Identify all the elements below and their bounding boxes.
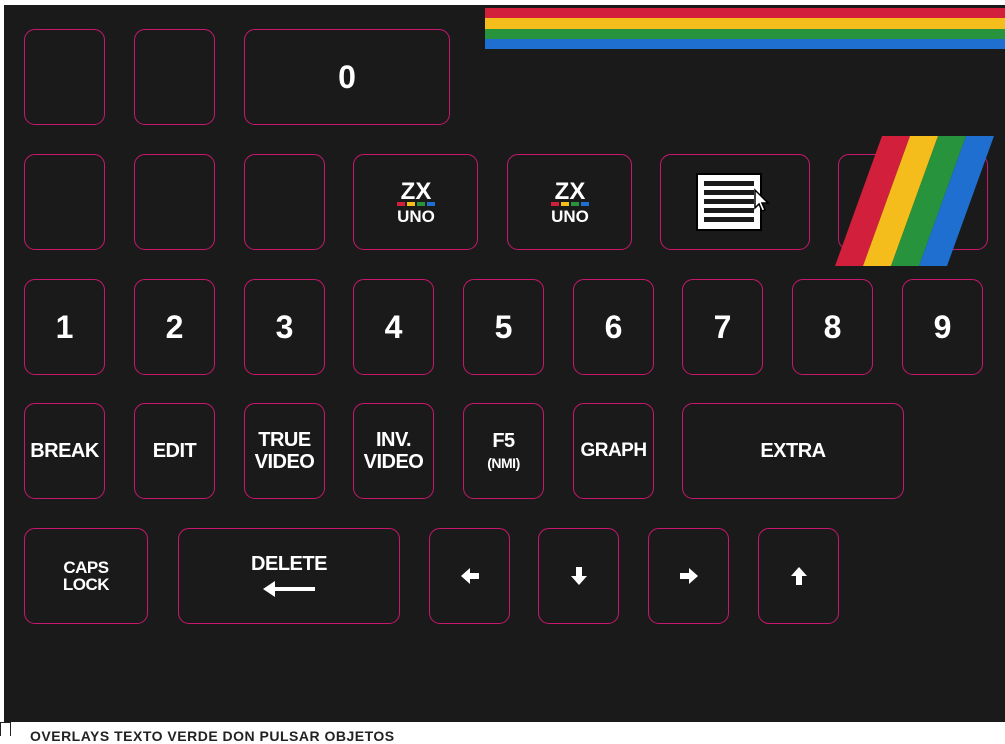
blank-key-r1-3[interactable] [244,154,325,250]
svg-text:UNO: UNO [397,207,435,226]
inv-video-label-1: INV. [375,429,412,451]
blank-key-r0-1[interactable] [24,29,105,125]
arrow-up-icon [790,567,807,585]
cursor-right-key[interactable] [648,528,729,624]
key-9-label: 9 [933,308,952,345]
key-9[interactable]: 9 [902,279,983,375]
nmi-label: (NMI) [487,455,520,471]
true-video-label-2: VIDEO [254,451,315,473]
arrow-down-icon [570,567,587,585]
arrow-right-icon [679,568,698,584]
key-0-label: 0 [338,58,356,95]
arrow-left-icon [460,568,479,584]
delete-arrow-icon [263,581,315,597]
break-key-label: BREAK [30,440,99,462]
key-8-label: 8 [823,308,842,345]
zxuno-key-2[interactable]: ZX UNO [507,154,632,250]
svg-text:UNO: UNO [551,207,589,226]
true-video-key[interactable]: TRUE VIDEO [244,403,325,499]
extra-key-label: EXTRA [760,440,826,462]
rainbow-stripes [485,8,1005,49]
blank-key-r0-2[interactable] [134,29,215,125]
key-3[interactable]: 3 [244,279,325,375]
key-5[interactable]: 5 [463,279,544,375]
blank-key-r1-1[interactable] [24,154,105,250]
inv-video-label-2: VIDEO [363,451,424,473]
caps-label-1: CAPS [63,558,109,577]
zxuno-logo-icon: ZX UNO [396,178,435,226]
key-7-label: 7 [713,308,732,345]
caps-label-2: LOCK [62,575,110,594]
f5-label: F5 [492,430,515,452]
key-3-label: 3 [275,308,294,345]
zxuno-key-1[interactable]: ZX UNO [353,154,478,250]
svg-text:ZX: ZX [554,178,585,205]
extra-key[interactable]: EXTRA [682,403,904,499]
key-1-label: 1 [55,308,74,345]
graph-key-label: GRAPH [580,440,647,461]
f5-nmi-key[interactable]: F5 (NMI) [463,403,544,499]
svg-text:ZX: ZX [400,178,431,205]
menu-key[interactable] [660,154,810,250]
spectrum-stripes-icon [835,136,994,266]
edit-key-label: EDIT [152,440,197,462]
key-2[interactable]: 2 [134,279,215,375]
delete-key-label: DELETE [251,553,327,575]
key-4[interactable]: 4 [353,279,434,375]
zxuno-logo-icon: ZX UNO [550,178,589,226]
key-8[interactable]: 8 [792,279,873,375]
menu-window-cursor-icon [696,173,770,231]
blank-key-r1-2[interactable] [134,154,215,250]
key-7[interactable]: 7 [682,279,763,375]
true-video-label-1: TRUE [258,429,311,451]
cursor-down-key[interactable] [538,528,619,624]
key-6-label: 6 [604,308,623,345]
edit-key[interactable]: EDIT [134,403,215,499]
break-key[interactable]: BREAK [24,403,105,499]
key-2-label: 2 [165,308,184,345]
key-1[interactable]: 1 [24,279,105,375]
key-4-label: 4 [384,308,403,345]
graph-key[interactable]: GRAPH [573,403,654,499]
delete-key[interactable]: DELETE [178,528,400,624]
key-5-label: 5 [494,308,513,345]
key-6[interactable]: 6 [573,279,654,375]
key-0[interactable]: 0 [244,29,450,125]
cursor-up-key[interactable] [758,528,839,624]
cursor-left-key[interactable] [429,528,510,624]
footer-clipped-text: OVERLAYS TEXTO VERDE DON PULSAR OBJETOS [30,728,395,744]
inv-video-key[interactable]: INV. VIDEO [353,403,434,499]
caps-lock-key[interactable]: CAPS LOCK [24,528,148,624]
